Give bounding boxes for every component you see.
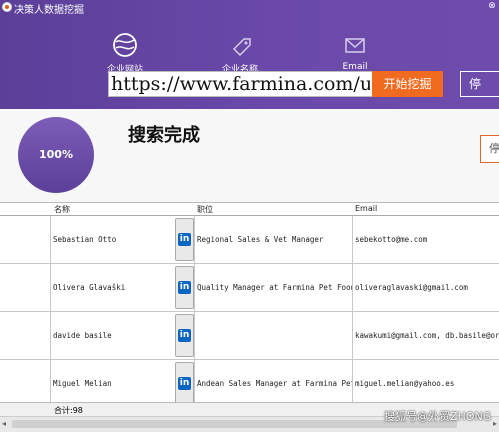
name-cell: Sebastian Otto (50, 216, 175, 264)
email-cell: kawakumi@gmail.com, db.basile@origi (352, 312, 499, 360)
tab-email[interactable]: Email (320, 30, 390, 72)
email-cell: sebekotto@me.com (352, 216, 499, 264)
mail-icon (340, 30, 370, 60)
column-header-position[interactable]: 职位 (197, 204, 213, 215)
tab-company-website[interactable]: 企业网站 (90, 30, 160, 75)
column-header-name[interactable]: 名称 (54, 204, 70, 215)
linkedin-button[interactable]: in (175, 362, 194, 403)
app-header: 决策人数据挖掘 ⊗ 企业网站 企业名称 Email https://www.fa… (0, 0, 499, 109)
tab-company-name[interactable]: 企业名称 (205, 30, 275, 75)
watermark: 搜狐号@外贸ZHONG (384, 410, 492, 423)
stop-button[interactable]: 停 (460, 71, 499, 97)
scroll-left-icon[interactable]: ◂ (2, 419, 6, 428)
position-cell: Regional Sales & Vet Manager (194, 216, 352, 264)
linkedin-button[interactable]: in (175, 218, 194, 261)
email-cell: oliveraglavaski@gmail.com (352, 264, 499, 312)
close-window-button[interactable]: ⊗ (485, 0, 499, 12)
url-input-box[interactable] (108, 71, 373, 97)
email-cell: miguel.melian@yahoo.es (352, 360, 499, 403)
total-count: 合计:98 (54, 406, 83, 415)
side-stop-button[interactable]: 停 (480, 135, 499, 163)
globe-icon (110, 30, 140, 60)
progress-circle: 100% (18, 117, 94, 193)
status-title: 搜索完成 (128, 125, 200, 146)
linkedin-icon: in (178, 329, 191, 342)
linkedin-icon: in (178, 377, 191, 390)
start-mining-button[interactable]: 开始挖掘 (372, 71, 443, 97)
table-header: 名称 职位 Email (0, 203, 499, 216)
table-row[interactable]: davide basile in kawakumi@gmail.com, db.… (0, 312, 499, 360)
position-cell: Andean Sales Manager at Farmina Pet (194, 360, 352, 403)
column-header-email[interactable]: Email (355, 204, 377, 213)
position-cell: Quality Manager at Farmina Pet Foods (194, 264, 352, 312)
table-row[interactable]: Olivera Glavaški in Quality Manager at F… (0, 264, 499, 312)
name-cell: Miguel Melian (50, 360, 175, 403)
linkedin-icon: in (178, 281, 191, 294)
title-bar: 决策人数据挖掘 ⊗ (0, 0, 499, 16)
app-logo-icon (2, 2, 12, 12)
tag-icon (225, 30, 255, 60)
name-cell: Olivera Glavaški (50, 264, 175, 312)
linkedin-button[interactable]: in (175, 314, 194, 357)
app-title: 决策人数据挖掘 (14, 5, 84, 16)
url-input[interactable] (109, 72, 372, 96)
name-cell: davide basile (50, 312, 175, 360)
linkedin-button[interactable]: in (175, 266, 194, 309)
position-cell (194, 312, 352, 360)
table-row[interactable]: Sebastian Otto in Regional Sales & Vet M… (0, 216, 499, 264)
results-table: 名称 职位 Email Sebastian Otto in Regional S… (0, 202, 499, 403)
table-row[interactable]: Miguel Melian in Andean Sales Manager at… (0, 360, 499, 403)
linkedin-icon: in (178, 233, 191, 246)
scroll-right-icon[interactable]: ▸ (493, 419, 497, 428)
